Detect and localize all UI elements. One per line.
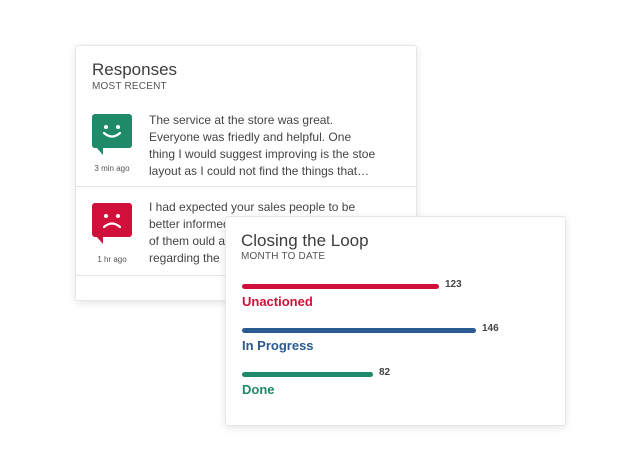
responses-subtitle: MOST RECENT	[92, 81, 167, 92]
bar-value-done: 82	[379, 367, 391, 378]
sad-face-icon	[92, 203, 132, 244]
bar-label-done: Done	[242, 382, 275, 397]
response-time: 3 min ago	[94, 164, 130, 173]
bar-label-in-progress: In Progress	[242, 338, 314, 353]
response-item[interactable]: 3 min ago The service at the store was g…	[76, 104, 416, 187]
response-text: The service at the store was great. Ever…	[149, 113, 376, 178]
response-time: 1 hr ago	[97, 255, 127, 264]
closing-the-loop-card: Closing the Loop MONTH TO DATE 123 Unact…	[225, 216, 566, 426]
bar-row-in-progress[interactable]: 146 In Progress	[242, 323, 542, 368]
bar-value-unactioned: 123	[445, 279, 462, 290]
bar-label-unactioned: Unactioned	[242, 294, 313, 309]
responses-title: Responses	[92, 60, 178, 79]
bar-value-in-progress: 146	[482, 323, 499, 334]
happy-face-icon	[92, 114, 132, 155]
bar-unactioned	[242, 284, 439, 289]
bar-done	[242, 372, 373, 377]
closing-loop-subtitle: MONTH TO DATE	[241, 251, 326, 262]
bar-in-progress	[242, 328, 476, 333]
bar-row-unactioned[interactable]: 123 Unactioned	[242, 279, 542, 324]
closing-loop-title: Closing the Loop	[241, 231, 369, 250]
bar-row-done[interactable]: 82 Done	[242, 367, 542, 412]
